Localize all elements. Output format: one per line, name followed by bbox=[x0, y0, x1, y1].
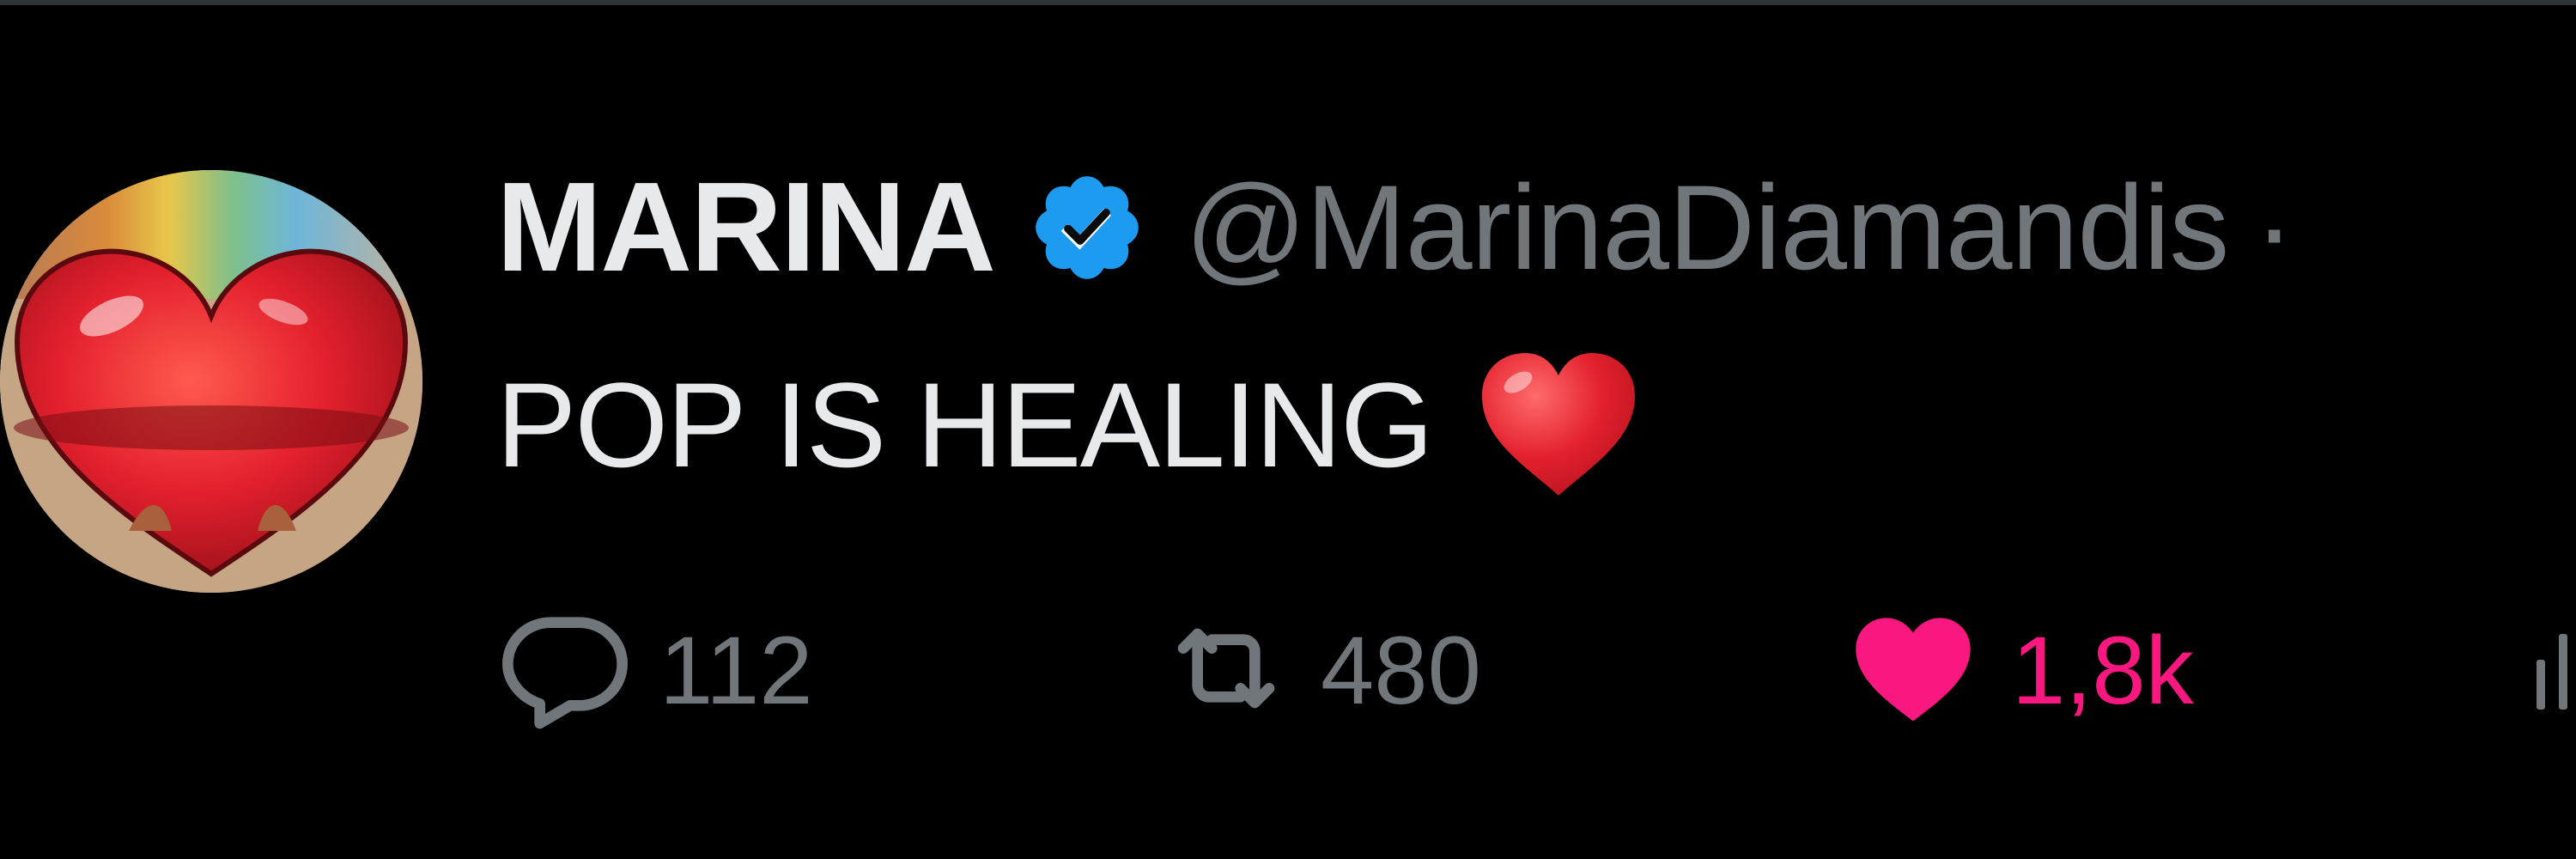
avatar[interactable] bbox=[0, 170, 422, 593]
reply-bubble-icon bbox=[496, 600, 634, 741]
heart-filled-icon bbox=[1840, 600, 1986, 741]
like-count: 1,8k bbox=[2012, 616, 2194, 724]
red-heart-emoji-icon bbox=[1477, 348, 1640, 503]
tweet-text: POP IS HEALING bbox=[496, 357, 1434, 492]
views-button[interactable] bbox=[2531, 601, 2576, 739]
views-bar-icon bbox=[2531, 600, 2576, 741]
top-divider bbox=[0, 0, 2576, 5]
tweet-body: POP IS HEALING bbox=[496, 352, 1640, 498]
display-name[interactable]: MARINA bbox=[496, 155, 996, 301]
avatar-heart-image bbox=[0, 170, 422, 593]
tweet-header: MARINA @MarinaDiamandis · bbox=[496, 156, 2294, 298]
like-button[interactable]: 1,8k bbox=[1840, 601, 2194, 739]
retweet-icon bbox=[1157, 600, 1295, 741]
header-separator: · bbox=[2254, 160, 2294, 295]
verified-badge-icon bbox=[1027, 168, 1147, 288]
retweet-count: 480 bbox=[1321, 616, 1481, 724]
reply-button[interactable]: 112 bbox=[496, 601, 813, 739]
tweet-actions-bar: 112 480 1,8k bbox=[496, 601, 2576, 739]
reply-count: 112 bbox=[659, 616, 813, 724]
user-handle[interactable]: @MarinaDiamandis bbox=[1185, 158, 2229, 297]
retweet-button[interactable]: 480 bbox=[1157, 601, 1481, 739]
